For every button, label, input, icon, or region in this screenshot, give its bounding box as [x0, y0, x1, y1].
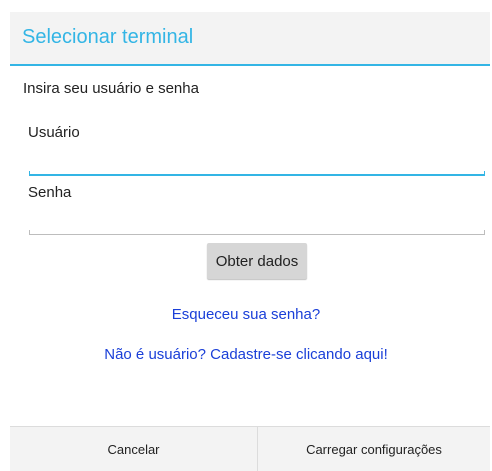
password-label: Senha: [28, 184, 72, 201]
password-field-underline: [29, 229, 485, 235]
fetch-data-button[interactable]: Obter dados: [207, 243, 307, 279]
dialog-title: Selecionar terminal: [22, 26, 194, 48]
username-label: Usuário: [28, 124, 80, 141]
title-divider: [10, 64, 490, 66]
dialog-title-bar: Selecionar terminal: [10, 12, 490, 64]
select-terminal-dialog: Selecionar terminal Insira seu usuário e…: [0, 0, 492, 471]
cancel-button[interactable]: Cancelar: [10, 427, 257, 471]
load-config-button[interactable]: Carregar configurações: [258, 427, 490, 471]
forgot-password-link[interactable]: Esqueceu sua senha?: [0, 306, 492, 323]
username-field-underline: [29, 170, 485, 176]
login-prompt: Insira seu usuário e senha: [23, 80, 199, 97]
register-link[interactable]: Não é usuário? Cadastre-se clicando aqui…: [0, 346, 492, 363]
dialog-footer: Cancelar Carregar configurações: [10, 426, 490, 471]
